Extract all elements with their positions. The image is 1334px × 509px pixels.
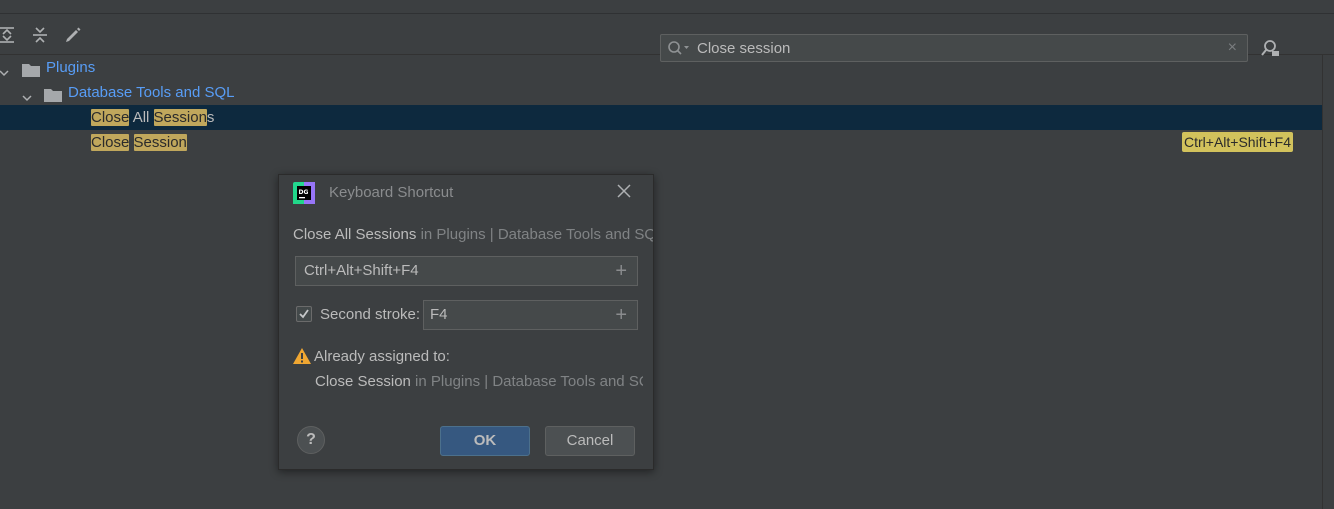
tree-label-plugins: Plugins [46, 59, 96, 76]
match-highlight: Session [133, 134, 187, 151]
action-label-close-session: Close Session [91, 130, 187, 155]
ok-button[interactable]: OK [440, 426, 530, 456]
svg-text:DG: DG [299, 189, 309, 196]
action-path: in Plugins | Database Tools and SQL [416, 226, 653, 243]
action-label-close-all-sessions: Close All Sessions [91, 105, 214, 130]
dialog-action-description: Close All Sessions in Plugins | Database… [293, 226, 653, 243]
conflict-action-path: in Plugins | Database Tools and SQL [410, 373, 643, 390]
label-text [129, 134, 133, 151]
tree-label-database-tools: Database Tools and SQL [68, 84, 235, 101]
scrollbar-track[interactable] [1322, 55, 1323, 509]
match-highlight: Close [91, 109, 130, 126]
first-stroke-field[interactable]: Ctrl+Alt+Shift+F4 + [295, 256, 638, 286]
dialog-title: Keyboard Shortcut [329, 184, 454, 201]
already-assigned-label: Already assigned to: [314, 348, 450, 365]
tree-node-plugins[interactable]: Plugins [0, 55, 1322, 80]
edit-shortcut-icon[interactable] [62, 24, 84, 46]
tree-node-close-session[interactable]: Close Session Ctrl+Alt+Shift+F4 [0, 130, 1322, 155]
collapse-all-icon[interactable] [29, 24, 51, 46]
keyboard-shortcut-dialog: DG Keyboard Shortcut Close All Sessions … [278, 174, 654, 470]
second-stroke-checkbox[interactable] [296, 306, 312, 322]
label-text: All [129, 109, 154, 126]
first-stroke-value: Ctrl+Alt+Shift+F4 [304, 262, 419, 279]
warning-icon [293, 348, 311, 368]
second-stroke-label: Second stroke: [320, 306, 421, 323]
second-stroke-value: F4 [430, 306, 448, 323]
add-icon[interactable]: + [615, 301, 627, 329]
keymap-tree: Plugins Database Tools and SQL Close All… [0, 55, 1322, 155]
add-icon[interactable]: + [615, 257, 627, 285]
keymap-toolbar: × [0, 14, 1334, 62]
shortcut-badge: Ctrl+Alt+Shift+F4 [1182, 132, 1293, 152]
match-highlight: Close [91, 134, 130, 151]
tree-node-close-all-sessions[interactable]: Close All Sessions [0, 105, 1322, 130]
close-icon[interactable] [617, 184, 631, 202]
cancel-button[interactable]: Cancel [545, 426, 635, 456]
help-button[interactable]: ? [297, 426, 325, 454]
label-text: s [206, 109, 215, 126]
action-name: Close All Sessions [293, 226, 417, 243]
conflict-action-name: Close Session [315, 373, 411, 390]
second-stroke-field[interactable]: F4 + [423, 300, 638, 330]
match-highlight: Session [153, 109, 207, 126]
conflicting-action: Close Session in Plugins | Database Tool… [315, 373, 643, 391]
datagrip-logo-icon: DG [293, 182, 315, 208]
tree-node-database-tools[interactable]: Database Tools and SQL [0, 80, 1322, 105]
expand-all-icon[interactable] [0, 24, 18, 46]
